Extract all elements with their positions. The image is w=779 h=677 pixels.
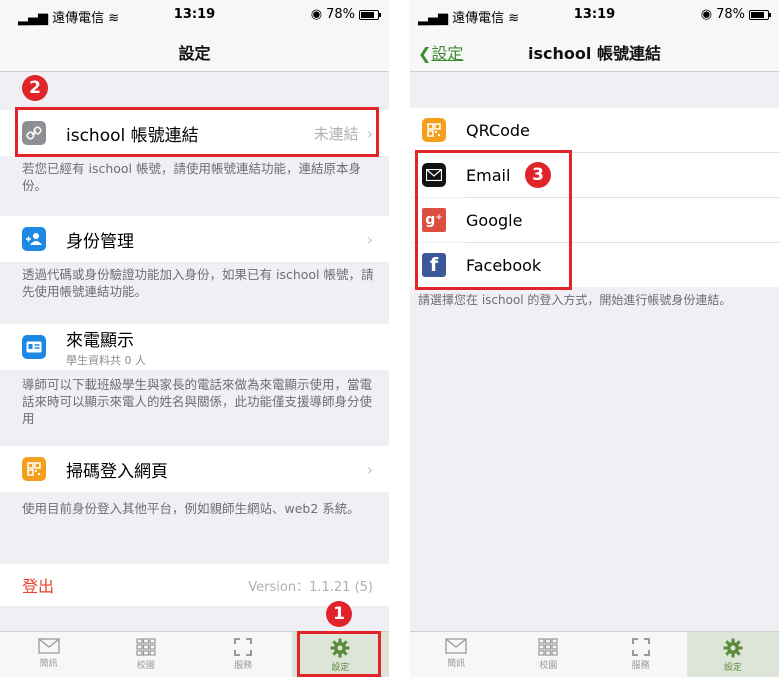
battery-icon: [749, 9, 771, 20]
facebook-icon: f: [422, 253, 446, 277]
qrcode-icon: [422, 118, 446, 142]
logout-cell[interactable]: 登出 Version：1.1.21 (5): [0, 564, 389, 606]
battery-percent: 78%: [326, 7, 355, 22]
tab-services-label: 服務: [631, 661, 650, 671]
nav-bar: 設定: [0, 30, 389, 72]
grid-icon: [136, 638, 156, 656]
login-option-qrcode[interactable]: QRCode: [410, 108, 779, 152]
nav-bar: ❮設定 ischool 帳號連結: [410, 30, 779, 72]
caller-id-text: 來電顯示 學生資料共 0 人: [66, 326, 146, 368]
step-badge-1: 1: [326, 601, 352, 627]
screenshot-canvas: ▂▄▆ 遠傳電信 ≋ 13:19 ◉ 78% 設定 ischool 帳號連結 未…: [0, 0, 779, 677]
add-person-icon: [22, 227, 46, 251]
page-title: ischool 帳號連結: [528, 44, 661, 63]
step-badge-2: 2: [22, 75, 48, 101]
tab-settings-label: 設定: [723, 663, 742, 673]
tab-bar: 簡訊 校園 服務 設定: [0, 631, 389, 677]
tab-services[interactable]: 服務: [195, 632, 292, 677]
envelope-icon: [37, 638, 60, 654]
ischool-note: 若您已經有 ischool 帳號，請使用帳號連結功能，連結原本身份。: [22, 161, 361, 193]
version-label: Version：1.1.21 (5): [248, 579, 373, 595]
contact-card-icon: [22, 335, 46, 359]
ischool-link-label: ischool 帳號連結: [66, 125, 199, 146]
tab-settings[interactable]: 設定: [291, 632, 389, 677]
envelope-icon: [422, 163, 446, 187]
tab-messages-label: 簡訊: [447, 659, 466, 669]
grid-icon: [538, 638, 558, 656]
login-option-facebook[interactable]: f Facebook: [410, 243, 779, 287]
chevron-right-icon: ›: [366, 229, 373, 249]
google-label: Google: [466, 210, 523, 230]
scan-login-cell[interactable]: 掃碼登入網頁 ›: [0, 446, 389, 492]
tab-settings[interactable]: 設定: [686, 632, 779, 677]
tab-services[interactable]: 服務: [595, 632, 687, 677]
battery-icon: [359, 9, 381, 20]
tab-bar: 簡訊 校園 服務 設定: [410, 631, 779, 677]
chevron-right-icon: ›: [366, 123, 373, 143]
login-option-email[interactable]: Email: [410, 153, 779, 197]
tab-messages[interactable]: 簡訊: [410, 632, 502, 677]
google-plus-icon: g⁺: [422, 208, 446, 232]
tab-campus[interactable]: 校園: [502, 632, 594, 677]
link-icon: [22, 121, 46, 145]
caller-id-note: 導師可以下載班級學生與家長的電話來做為來電顯示使用，當電話來時可以顯示來電人的姓…: [22, 377, 373, 426]
step-badge-3: 3: [525, 162, 551, 188]
logout-button[interactable]: 登出: [22, 573, 54, 597]
status-bar: ▂▄▆ 遠傳電信 ≋ 13:19 ◉ 78%: [410, 0, 779, 30]
gear-icon: [723, 638, 743, 658]
qrcode-label: QRCode: [466, 120, 530, 140]
envelope-icon: [445, 638, 467, 654]
identity-management-label: 身份管理: [66, 231, 134, 252]
tab-campus[interactable]: 校園: [97, 632, 194, 677]
scan-login-note: 使用目前身份登入其他平台，例如親師生網站、web2 系統。: [22, 501, 360, 516]
tab-messages-label: 簡訊: [39, 659, 58, 669]
login-option-google[interactable]: g⁺ Google: [410, 198, 779, 242]
gear-icon: [330, 638, 350, 658]
scan-login-label: 掃碼登入網頁: [66, 461, 168, 482]
ischool-link-cell[interactable]: ischool 帳號連結 未連結 ›: [0, 110, 389, 156]
email-label: Email: [466, 165, 511, 185]
page-title: 設定: [178, 44, 211, 63]
caller-id-cell[interactable]: 來電顯示 學生資料共 0 人: [0, 324, 389, 370]
scan-icon: [234, 638, 253, 656]
caller-id-label: 來電顯示: [66, 331, 134, 351]
tab-settings-label: 設定: [331, 663, 350, 673]
status-right: ◉ 78%: [701, 7, 771, 22]
tab-services-label: 服務: [234, 661, 253, 671]
chevron-right-icon: ›: [366, 459, 373, 479]
tab-messages[interactable]: 簡訊: [0, 632, 97, 677]
ischool-link-status: 未連結: [313, 124, 359, 143]
settings-screen: ▂▄▆ 遠傳電信 ≋ 13:19 ◉ 78% 設定 ischool 帳號連結 未…: [0, 0, 389, 677]
identity-note: 透過代碼或身份驗證功能加入身份，如果已有 ischool 帳號，請先使用帳號連結…: [22, 267, 374, 299]
login-option-note: 請選擇您在 ischool 的登入方式，開始進行帳號身份連結。: [418, 293, 732, 307]
caller-id-sub: 學生資料共 0 人: [66, 354, 146, 367]
identity-management-cell[interactable]: 身份管理 ›: [0, 216, 389, 262]
battery-percent: 78%: [716, 7, 745, 22]
qrcode-icon: [22, 457, 46, 481]
status-bar: ▂▄▆ 遠傳電信 ≋ 13:19 ◉ 78%: [0, 0, 389, 30]
tab-campus-label: 校園: [136, 661, 155, 671]
status-right: ◉ 78%: [311, 7, 381, 22]
scan-icon: [631, 638, 650, 656]
facebook-label: Facebook: [466, 255, 542, 275]
tab-campus-label: 校園: [539, 661, 558, 671]
ischool-link-screen: ▂▄▆ 遠傳電信 ≋ 13:19 ◉ 78% ❮設定 ischool 帳號連結 …: [410, 0, 779, 677]
